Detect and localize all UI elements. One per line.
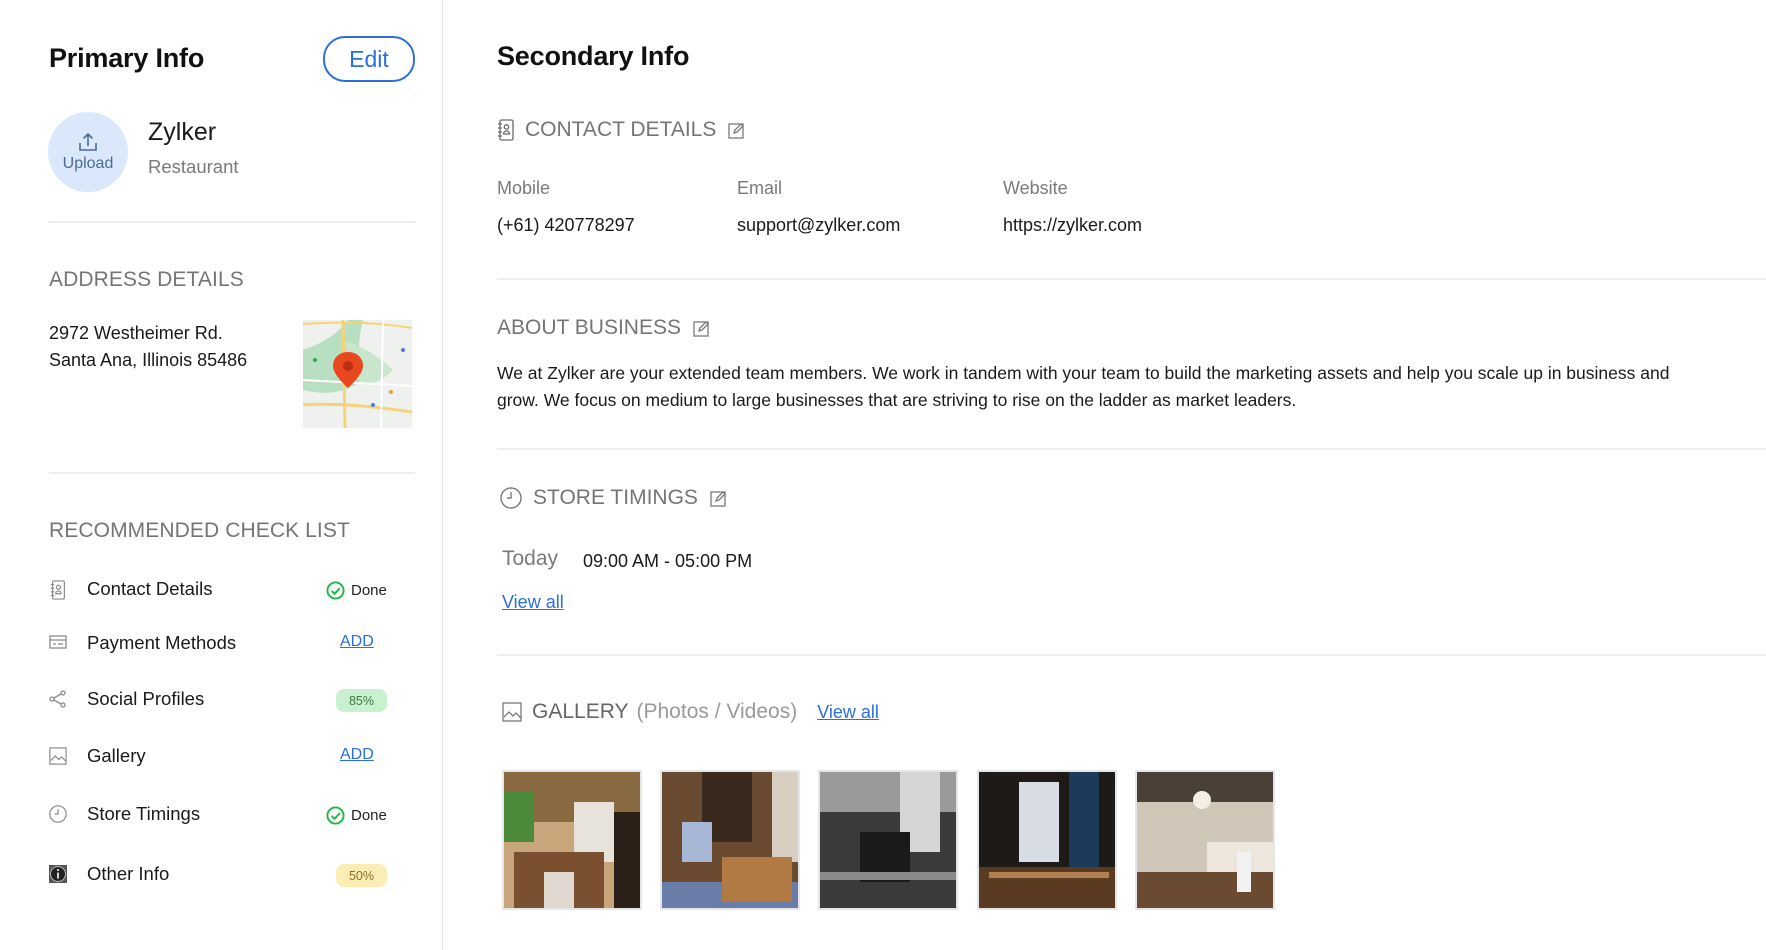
website-value[interactable]: https://zylker.com bbox=[1003, 215, 1142, 236]
divider bbox=[497, 448, 1766, 450]
checklist-item-label: Store Timings bbox=[87, 803, 201, 824]
status-text: Done bbox=[351, 582, 387, 599]
checklist-item[interactable]: Social Profiles 85% bbox=[49, 685, 389, 715]
restaurant-photo-1 bbox=[504, 772, 640, 908]
divider bbox=[49, 221, 415, 223]
address-line-1: 2972 Westheimer Rd. bbox=[49, 323, 223, 343]
check-circle-icon bbox=[326, 581, 345, 600]
restaurant-photo-4 bbox=[979, 772, 1115, 908]
timings-view-all-link[interactable]: View all bbox=[502, 592, 564, 613]
divider bbox=[497, 278, 1766, 280]
edit-contact-icon[interactable] bbox=[728, 122, 745, 139]
address-map[interactable] bbox=[303, 320, 412, 428]
add-link[interactable]: ADD bbox=[340, 746, 374, 764]
website-label: Website bbox=[1003, 178, 1068, 198]
timings-hours: 09:00 AM - 05:00 PM bbox=[583, 551, 753, 571]
address-line-2: Santa Ana, Illinois 85486 bbox=[49, 350, 248, 370]
upload-label: Upload bbox=[62, 155, 114, 172]
address-details-title: ADDRESS DETAILS bbox=[49, 268, 244, 291]
gallery-subtitle: (Photos / Videos) bbox=[636, 700, 798, 723]
clock-icon bbox=[500, 487, 522, 509]
divider bbox=[497, 654, 1766, 656]
checklist-item-label: Other Info bbox=[87, 863, 170, 884]
share-icon bbox=[49, 690, 67, 708]
progress-badge: 50% bbox=[336, 864, 387, 887]
mobile-label: Mobile bbox=[497, 178, 551, 198]
email-value[interactable]: support@zylker.com bbox=[737, 215, 900, 236]
contact-details-title: CONTACT DETAILS bbox=[525, 118, 717, 141]
email-label: Email bbox=[737, 178, 783, 198]
image-icon bbox=[502, 702, 522, 722]
gallery-thumbnail[interactable] bbox=[660, 770, 800, 910]
status-done: Done bbox=[326, 806, 387, 825]
restaurant-photo-2 bbox=[662, 772, 798, 908]
contact-details-header: CONTACT DETAILS bbox=[497, 118, 745, 142]
about-business-text: We at Zylker are your extended team memb… bbox=[497, 363, 1670, 410]
timings-day: Today bbox=[502, 547, 559, 570]
checklist-title: RECOMMENDED CHECK LIST bbox=[49, 519, 350, 542]
upload-icon bbox=[79, 132, 97, 151]
checklist-item-label: Payment Methods bbox=[87, 632, 237, 653]
map-graphic bbox=[303, 320, 412, 428]
primary-info-panel: Primary Info Edit Upload Zylker Restaura… bbox=[0, 0, 443, 950]
store-timings-title: STORE TIMINGS bbox=[533, 486, 698, 509]
info-icon bbox=[49, 865, 67, 883]
business-name: Zylker bbox=[148, 118, 217, 146]
checklist-item-label: Social Profiles bbox=[87, 688, 205, 709]
checklist-item[interactable]: Payment Methods ADD bbox=[49, 629, 389, 659]
secondary-info-title: Secondary Info bbox=[497, 41, 690, 71]
contact-book-icon bbox=[498, 119, 514, 141]
about-business-title: ABOUT BUSINESS bbox=[497, 316, 681, 339]
primary-info-title: Primary Info bbox=[49, 43, 205, 73]
checklist-item[interactable]: Contact Details Done bbox=[49, 575, 389, 605]
about-business-header: ABOUT BUSINESS bbox=[497, 316, 710, 340]
status-done: Done bbox=[326, 581, 387, 600]
checklist-item-label: Contact Details bbox=[87, 578, 213, 599]
gallery-thumbnail[interactable] bbox=[1135, 770, 1275, 910]
checklist-item[interactable]: Store Timings Done bbox=[49, 800, 389, 830]
checklist-item[interactable]: Other Info 50% bbox=[49, 860, 389, 890]
checklist-item-label: Gallery bbox=[87, 745, 146, 766]
image-icon bbox=[49, 747, 67, 765]
divider bbox=[49, 472, 415, 474]
gallery-header: GALLERY (Photos / Videos) View all bbox=[502, 700, 879, 724]
status-text: Done bbox=[351, 807, 387, 824]
edit-about-icon[interactable] bbox=[693, 320, 710, 337]
gallery-view-all-link[interactable]: View all bbox=[817, 702, 879, 723]
mobile-value: (+61) 420778297 bbox=[497, 215, 635, 235]
restaurant-photo-3 bbox=[820, 772, 956, 908]
upload-logo-button[interactable]: Upload bbox=[48, 112, 128, 192]
checklist-item[interactable]: Gallery ADD bbox=[49, 742, 389, 772]
clock-icon bbox=[49, 805, 67, 823]
add-link[interactable]: ADD bbox=[340, 633, 374, 651]
edit-timings-icon[interactable] bbox=[710, 490, 727, 507]
store-timings-header: STORE TIMINGS bbox=[500, 486, 727, 510]
business-type: Restaurant bbox=[148, 156, 239, 177]
contact-book-icon bbox=[49, 580, 67, 600]
gallery-title: GALLERY bbox=[532, 700, 629, 723]
progress-badge: 85% bbox=[336, 689, 387, 712]
check-circle-icon bbox=[326, 806, 345, 825]
restaurant-photo-5 bbox=[1137, 772, 1273, 908]
gallery-thumbnail[interactable] bbox=[818, 770, 958, 910]
gallery-thumbnail[interactable] bbox=[977, 770, 1117, 910]
edit-button[interactable]: Edit bbox=[323, 36, 415, 82]
payment-card-icon bbox=[49, 634, 67, 652]
gallery-thumbnail[interactable] bbox=[502, 770, 642, 910]
